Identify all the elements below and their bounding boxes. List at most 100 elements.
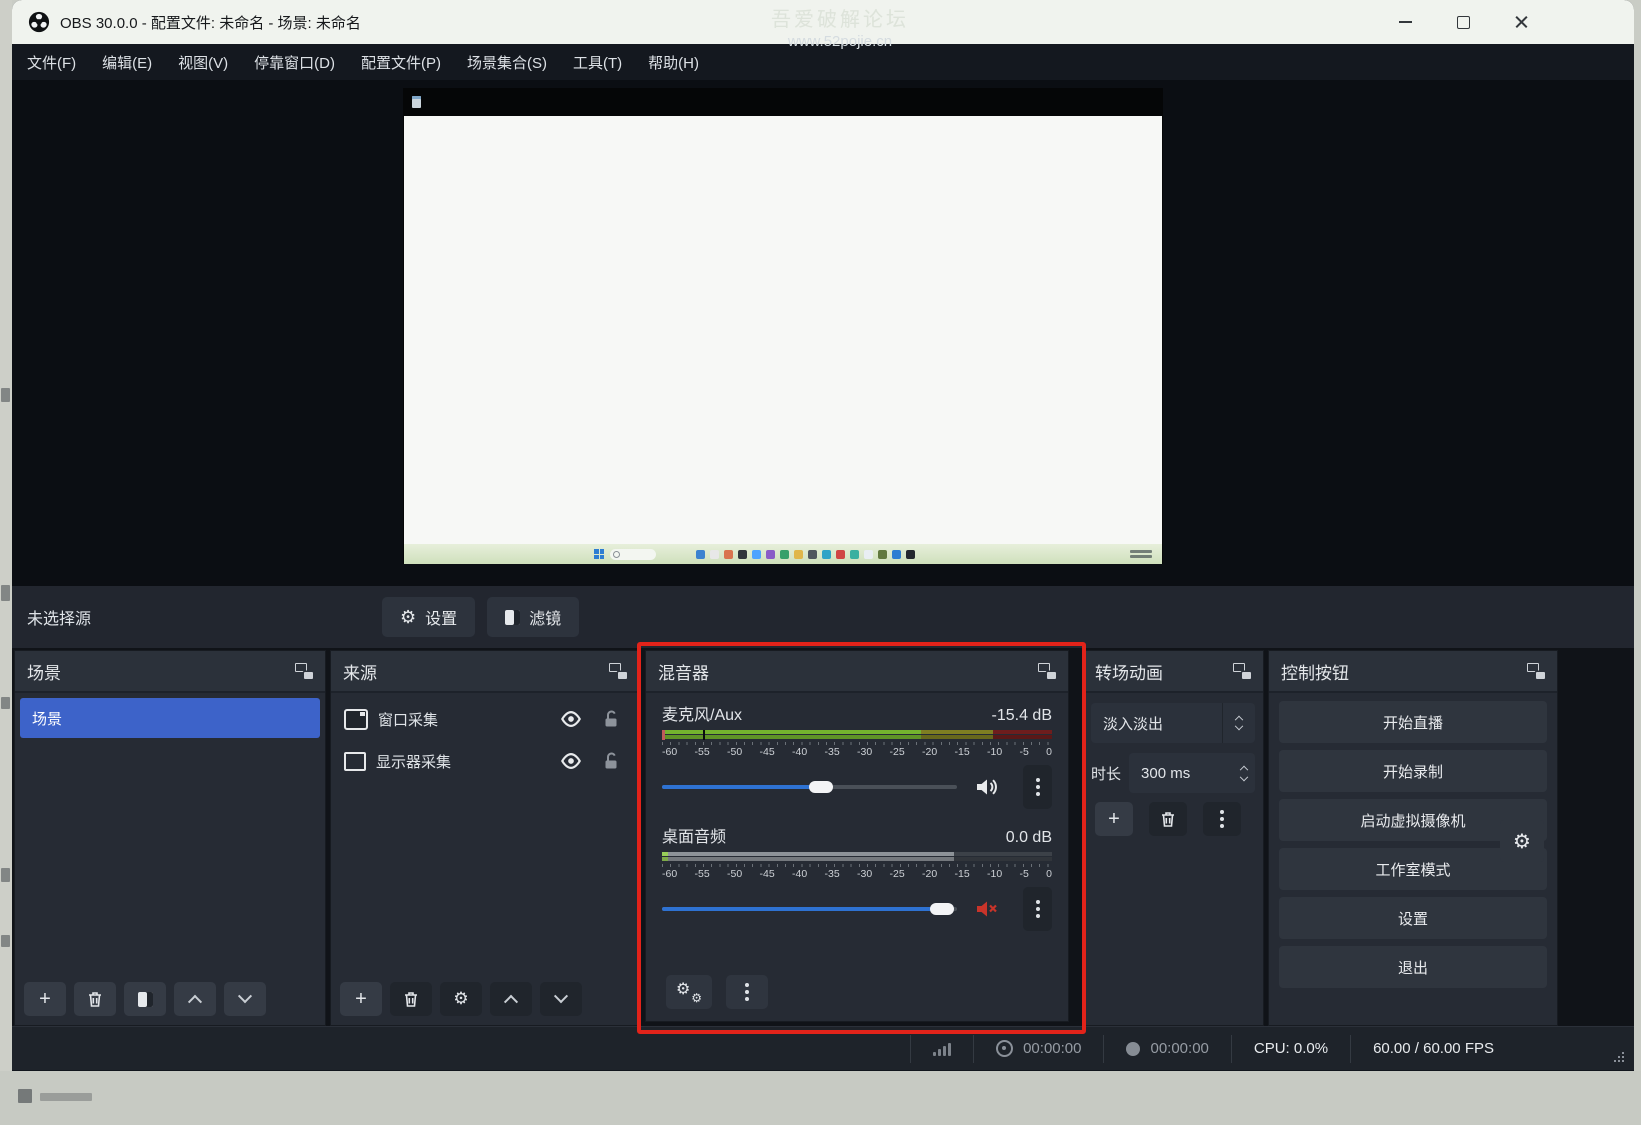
transitions-panel-header: 转场动画 xyxy=(1083,651,1263,693)
resize-grip[interactable] xyxy=(1612,1050,1624,1062)
taskbar-app-icon xyxy=(738,550,747,559)
scene-filters-button[interactable] xyxy=(124,982,166,1016)
source-row-display-capture[interactable]: 显示器采集 xyxy=(336,740,634,782)
speaker-muted-icon[interactable] xyxy=(975,898,999,920)
lock-toggle[interactable] xyxy=(596,746,626,776)
captured-window-content xyxy=(404,116,1162,544)
menu-item-profile[interactable]: 配置文件(P) xyxy=(361,52,441,73)
transition-select-spinner[interactable] xyxy=(1222,703,1255,743)
source-properties-toolbar-button[interactable]: ⚙ xyxy=(440,982,482,1016)
trash-icon xyxy=(1160,811,1176,828)
maximize-button[interactable] xyxy=(1434,0,1492,44)
remove-scene-button[interactable] xyxy=(74,982,116,1016)
start-streaming-button[interactable]: 开始直播 xyxy=(1279,701,1547,743)
captured-window-titlebar xyxy=(403,88,1163,116)
volume-slider[interactable] xyxy=(662,780,957,794)
record-indicator-icon xyxy=(1126,1042,1140,1056)
mixer-options-button[interactable] xyxy=(726,975,768,1009)
scenes-panel-header: 场景 xyxy=(15,651,325,693)
transitions-body: 淡入淡出 时长 300 ms + xyxy=(1083,693,1263,1025)
obs-screenshot: OBS 30.0.0 - 配置文件: 未命名 - 场景: 未命名 吾爱破解论坛 … xyxy=(0,0,1641,1125)
tick-label: -25 xyxy=(890,868,905,880)
settings-button[interactable]: 设置 xyxy=(1279,897,1547,939)
popout-icon[interactable] xyxy=(295,663,313,679)
source-filters-button[interactable]: 滤镜 xyxy=(487,597,579,637)
move-source-down-button[interactable] xyxy=(540,982,582,1016)
window-caption-buttons xyxy=(1376,0,1634,44)
sources-panel-header: 来源 xyxy=(331,651,639,693)
add-transition-button[interactable]: + xyxy=(1095,802,1133,836)
visibility-toggle[interactable] xyxy=(556,704,586,734)
popout-icon[interactable] xyxy=(609,663,627,679)
transitions-panel: 转场动画 淡入淡出 时长 300 ms xyxy=(1082,650,1264,1026)
scene-list-item-selected[interactable]: 场景 xyxy=(20,698,320,738)
windows-start-icon xyxy=(594,549,604,559)
taskbar-search-box xyxy=(610,549,656,560)
menu-item-help[interactable]: 帮助(H) xyxy=(648,52,699,73)
chevron-up-icon xyxy=(188,995,202,1009)
tick-label: -50 xyxy=(727,746,742,758)
plus-icon: + xyxy=(1108,808,1120,831)
menu-item-docks[interactable]: 停靠窗口(D) xyxy=(254,52,335,73)
chevron-down-icon xyxy=(554,989,568,1003)
start-recording-button[interactable]: 开始录制 xyxy=(1279,750,1547,792)
slider-handle[interactable] xyxy=(930,903,954,915)
volume-slider[interactable] xyxy=(662,902,957,916)
source-properties-button[interactable]: ⚙ 设置 xyxy=(382,597,475,637)
tick-label: -35 xyxy=(825,868,840,880)
search-icon xyxy=(613,551,620,558)
visibility-toggle[interactable] xyxy=(556,746,586,776)
eye-icon xyxy=(560,710,582,728)
scene-item-label: 场景 xyxy=(32,708,62,729)
popout-icon[interactable] xyxy=(1233,663,1251,679)
remove-transition-button[interactable] xyxy=(1149,802,1187,836)
move-scene-down-button[interactable] xyxy=(224,982,266,1016)
exit-button[interactable]: 退出 xyxy=(1279,946,1547,988)
transition-select[interactable]: 淡入淡出 xyxy=(1091,703,1255,743)
mixer-title: 混音器 xyxy=(658,659,709,684)
taskbar-app-icon xyxy=(794,550,803,559)
minimize-button[interactable] xyxy=(1376,0,1434,44)
transitions-toolbar: + xyxy=(1091,802,1255,836)
taskbar-app-icon xyxy=(780,550,789,559)
menu-item-view[interactable]: 视图(V) xyxy=(178,52,228,73)
tick-label: -50 xyxy=(727,868,742,880)
move-scene-up-button[interactable] xyxy=(174,982,216,1016)
tick-label: -55 xyxy=(695,746,710,758)
menu-item-edit[interactable]: 编辑(E) xyxy=(102,52,152,73)
mixer-channel-options-button[interactable] xyxy=(1023,765,1052,809)
mixer-toolbar: ⚙⚙ xyxy=(662,971,1052,1013)
slider-handle[interactable] xyxy=(809,781,833,793)
scenes-title: 场景 xyxy=(27,659,61,684)
close-button[interactable] xyxy=(1492,0,1550,44)
transition-options-button[interactable] xyxy=(1203,802,1241,836)
advanced-audio-properties-button[interactable]: ⚙⚙ xyxy=(666,975,712,1009)
meter-gray-segment xyxy=(668,857,955,861)
virtual-camera-config-button[interactable]: ⚙ xyxy=(1500,820,1544,862)
meter-yellow-segment xyxy=(921,730,993,734)
popout-icon[interactable] xyxy=(1038,663,1056,679)
duration-value: 300 ms xyxy=(1141,765,1241,782)
add-source-button[interactable]: + xyxy=(340,982,382,1016)
remove-source-button[interactable] xyxy=(390,982,432,1016)
source-filters-label: 滤镜 xyxy=(529,605,561,629)
meter-red-segment xyxy=(993,735,1052,739)
mixer-channel-options-button[interactable] xyxy=(1023,887,1052,931)
window-capture-icon xyxy=(344,709,368,730)
popout-icon[interactable] xyxy=(1527,663,1545,679)
tick-label: 0 xyxy=(1046,746,1052,758)
close-icon xyxy=(1515,16,1528,29)
menu-item-scene-collection[interactable]: 场景集合(S) xyxy=(467,52,547,73)
lock-toggle[interactable] xyxy=(596,704,626,734)
meter-red-segment xyxy=(993,730,1052,734)
move-source-up-button[interactable] xyxy=(490,982,532,1016)
tick-label: -5 xyxy=(1020,746,1029,758)
speaker-on-icon[interactable] xyxy=(975,776,999,798)
kebab-icon xyxy=(745,983,749,1001)
taskbar-app-icon xyxy=(724,550,733,559)
source-row-window-capture[interactable]: 窗口采集 xyxy=(336,698,634,740)
menu-item-tools[interactable]: 工具(T) xyxy=(573,52,622,73)
duration-spinbox[interactable]: 300 ms xyxy=(1129,753,1255,793)
add-scene-button[interactable]: + xyxy=(24,982,66,1016)
menu-item-file[interactable]: 文件(F) xyxy=(27,52,76,73)
